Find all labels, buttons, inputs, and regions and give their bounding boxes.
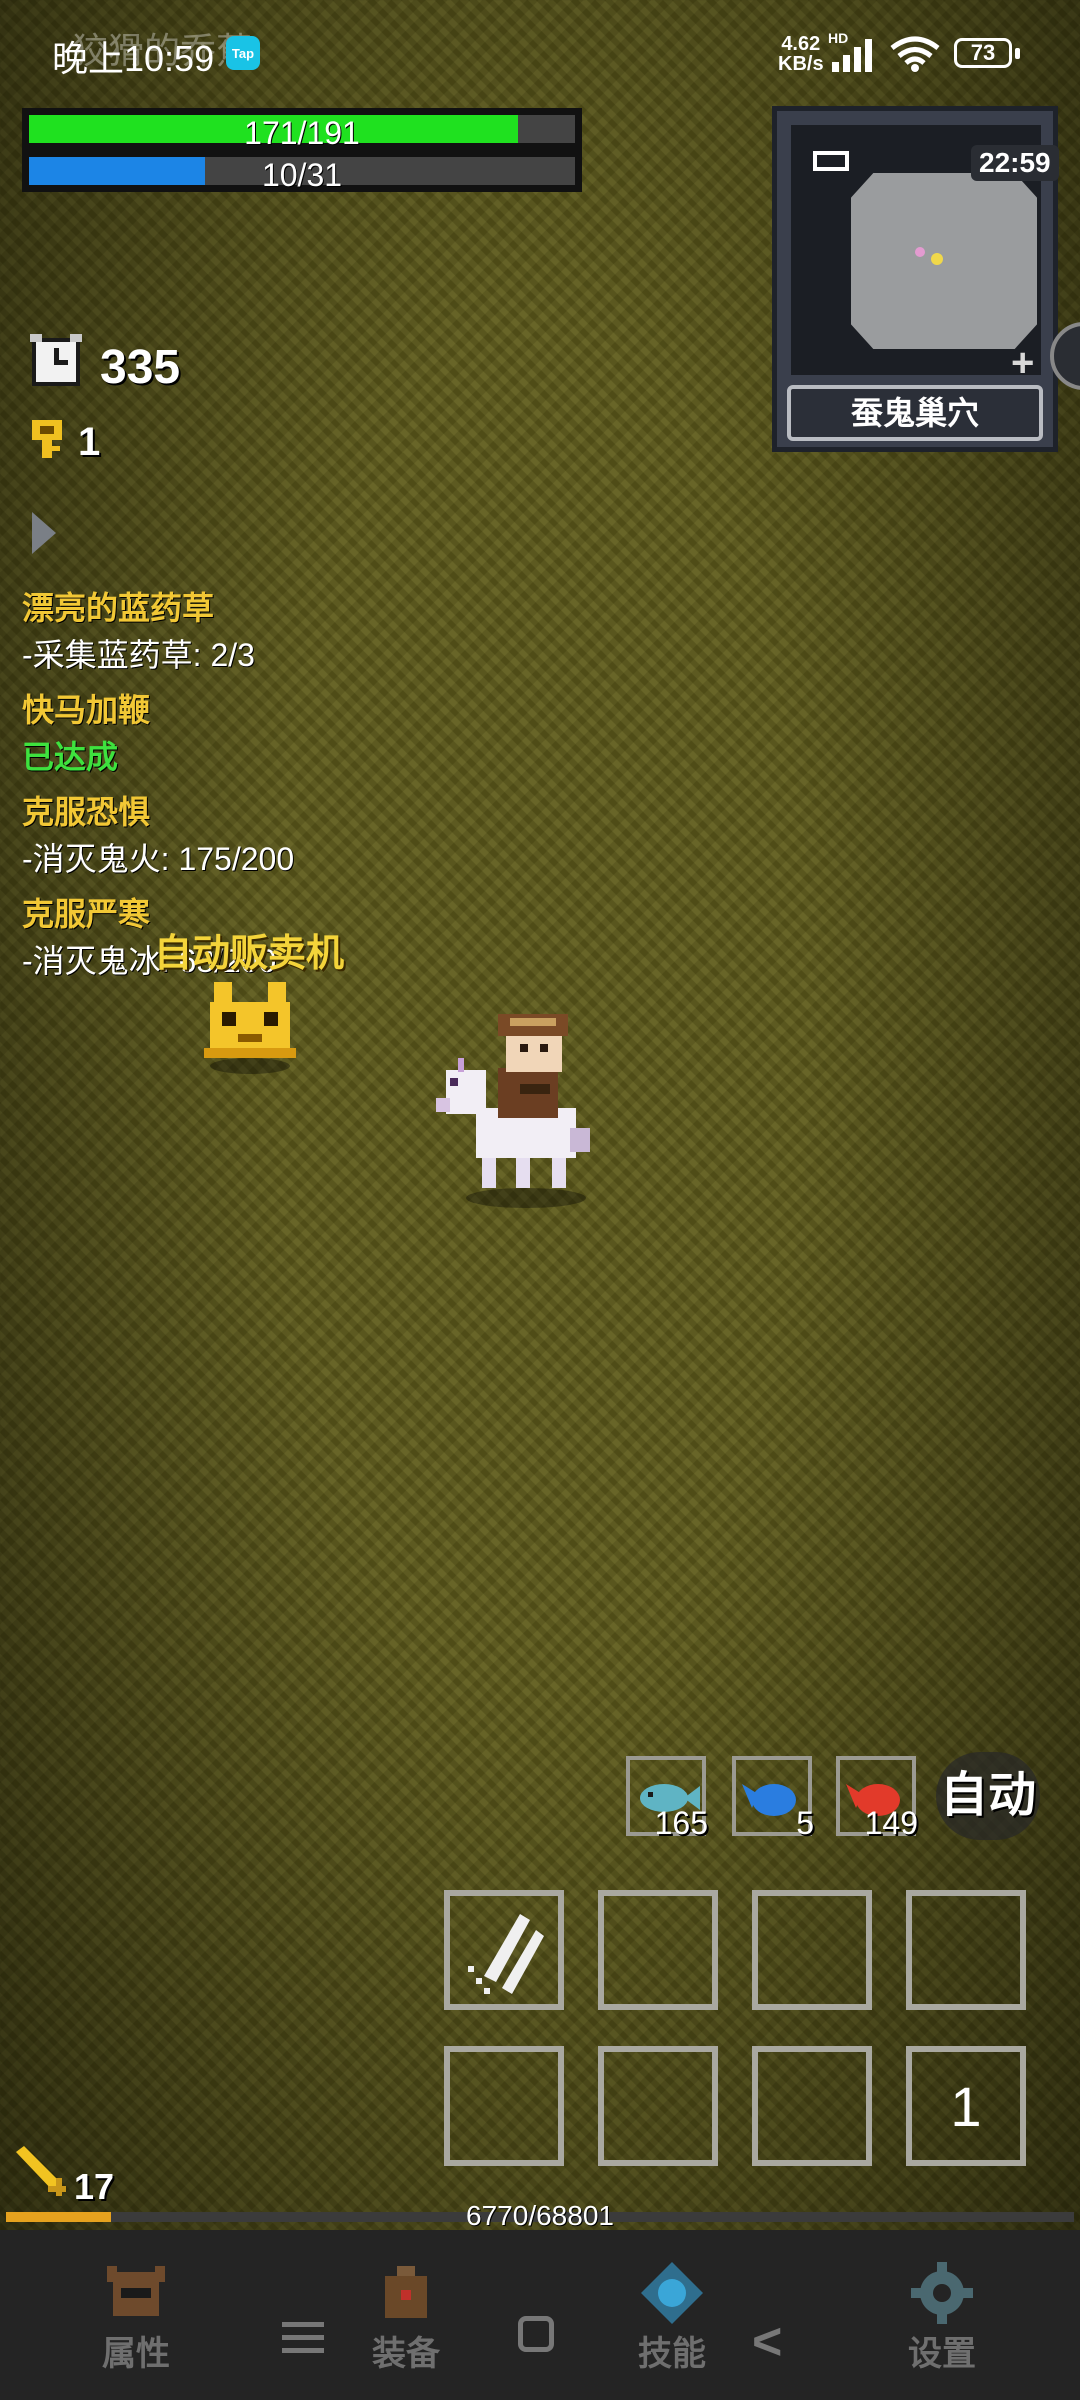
taptap-app-icon: Tap [226, 36, 260, 70]
minimap[interactable]: 22:59 + 蚕鬼巢穴 [772, 106, 1059, 452]
quick-item-slot[interactable]: 165 [626, 1756, 708, 1841]
battery-icon: 73 [954, 38, 1012, 68]
minimap-clock: 22:59 [971, 145, 1059, 181]
skill-slot[interactable] [752, 2046, 872, 2166]
network-speed-value: 4.62 [781, 33, 821, 55]
nav-label: 装备 [372, 2335, 440, 2373]
system-menu-icon[interactable] [282, 2320, 324, 2356]
skill-slot[interactable] [598, 1890, 718, 2010]
auto-button[interactable]: 自动 [936, 1752, 1040, 1840]
quest-title[interactable]: 克服恐惧 [22, 788, 442, 836]
quest-complete-status: 已达成 [22, 739, 119, 775]
nav-settings[interactable]: 设置 [882, 2260, 1002, 2375]
zoom-plus-icon[interactable]: + [1011, 341, 1034, 386]
network-speed: 4.62 KB/s [778, 34, 824, 74]
hp-bar: 171/191 [22, 108, 582, 151]
helmet-icon [107, 2266, 165, 2316]
mp-text: 10/31 [261, 157, 343, 193]
quick-item-slot[interactable]: 5 [732, 1756, 814, 1841]
gear-icon [911, 2262, 973, 2324]
skill-slot-count: 1 [950, 2074, 982, 2138]
nav-skills[interactable]: 技能 [612, 2260, 732, 2375]
skill-slot[interactable] [906, 1890, 1026, 2010]
nav-equipment[interactable]: 装备 [346, 2260, 466, 2375]
quest-collapse-arrow-icon[interactable] [30, 510, 58, 556]
skill-slot[interactable] [598, 2046, 718, 2166]
item-count: 149 [864, 1805, 918, 1841]
xp-text: 6770/68801 [466, 2200, 614, 2231]
minimap-npc-marker [915, 247, 925, 257]
nav-label: 属性 [102, 2335, 170, 2373]
nav-label: 技能 [638, 2335, 706, 2373]
device-battery-icon [813, 151, 849, 171]
skill-slot-counter[interactable]: 1 [906, 2046, 1026, 2166]
vendor-label: 自动贩卖机 [154, 933, 345, 975]
minimap-view: 22:59 + [791, 125, 1059, 385]
skill-slot[interactable] [752, 1890, 872, 2010]
mp-bar: 10/31 [22, 150, 582, 193]
alarm-clock-icon [30, 334, 82, 386]
quest-progress: -消灭鬼火: 175/200 [22, 841, 295, 877]
item-count: 5 [796, 1805, 814, 1841]
system-home-icon[interactable] [518, 2316, 554, 2352]
minimap-player-marker [931, 253, 943, 265]
area-name: 蚕鬼巢穴 [787, 385, 1043, 441]
key-icon [32, 420, 62, 458]
hp-track: 171/191 [29, 115, 575, 151]
mp-track: 10/31 [29, 157, 575, 193]
status-bar: 狡猾的乔蕉 晚上10:59 Tap 4.62 KB/s HD 73 [0, 0, 1080, 100]
system-back-icon[interactable]: < [752, 2312, 782, 2372]
status-time: 晚上10:59 [52, 38, 215, 79]
feather-skill-icon [468, 1914, 544, 1994]
skill-orb-icon [641, 2262, 703, 2324]
vending-machine-sprite[interactable] [204, 978, 296, 1074]
quest-title[interactable]: 漂亮的蓝药草 [22, 584, 442, 632]
turn-counter: 335 [100, 341, 181, 394]
battery-tip [1015, 48, 1020, 59]
signal-icon [832, 39, 872, 72]
item-count: 165 [654, 1805, 708, 1841]
bag-icon [385, 2266, 427, 2318]
quest-progress: -采集蓝药草: 2/3 [22, 637, 255, 673]
level-sword-icon [16, 2146, 66, 2196]
skill-slot[interactable] [444, 1890, 564, 2010]
skill-slot[interactable] [444, 2046, 564, 2166]
nav-attributes[interactable]: 属性 [76, 2260, 196, 2375]
bottom-nav: 属性 装备 技能 设置 [0, 2230, 1080, 2400]
minimap-room [851, 173, 1037, 349]
wifi-icon [890, 36, 940, 72]
quick-item-slot[interactable]: 149 [836, 1756, 918, 1841]
network-speed-unit: KB/s [778, 53, 824, 75]
nav-label: 设置 [908, 2335, 976, 2373]
player-on-unicorn-sprite [436, 1014, 590, 1208]
hp-text: 171/191 [244, 115, 360, 151]
quest-title[interactable]: 快马加鞭 [22, 686, 442, 734]
key-counter: 1 [78, 420, 101, 464]
